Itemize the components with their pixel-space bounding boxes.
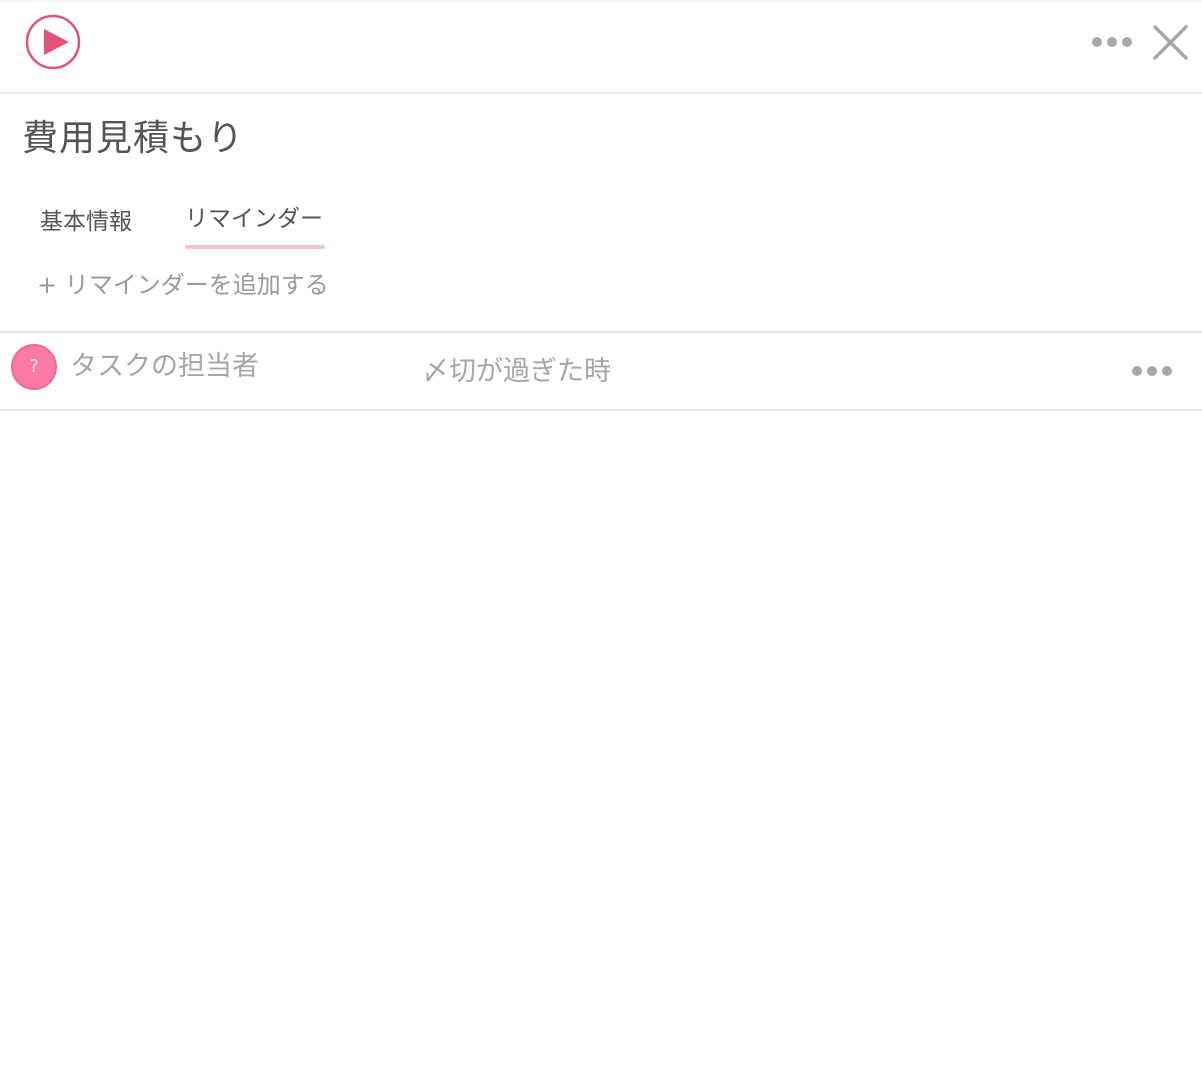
trigger-condition-selector[interactable]: 〆切が過ぎた時 bbox=[422, 353, 611, 391]
reminder-row: ? タスクの担当者 〆切が過ぎた時 bbox=[0, 333, 1202, 409]
more-icon[interactable] bbox=[1130, 359, 1174, 383]
divider bbox=[0, 409, 1202, 411]
task-title[interactable]: 費用見積もり bbox=[22, 112, 244, 166]
tab-reminder[interactable]: リマインダー bbox=[185, 202, 323, 236]
play-icon[interactable] bbox=[25, 13, 81, 70]
assignee-avatar[interactable]: ? bbox=[11, 344, 57, 390]
more-icon[interactable] bbox=[1090, 30, 1134, 54]
assignee-selector[interactable]: タスクの担当者 bbox=[70, 348, 259, 386]
close-icon[interactable] bbox=[1150, 22, 1190, 62]
add-reminder-button[interactable]: + リマインダーを追加する bbox=[37, 268, 329, 302]
tab-basic-info[interactable]: 基本情報 bbox=[40, 205, 132, 239]
active-tab-indicator bbox=[185, 245, 325, 249]
panel-header bbox=[0, 0, 1202, 94]
